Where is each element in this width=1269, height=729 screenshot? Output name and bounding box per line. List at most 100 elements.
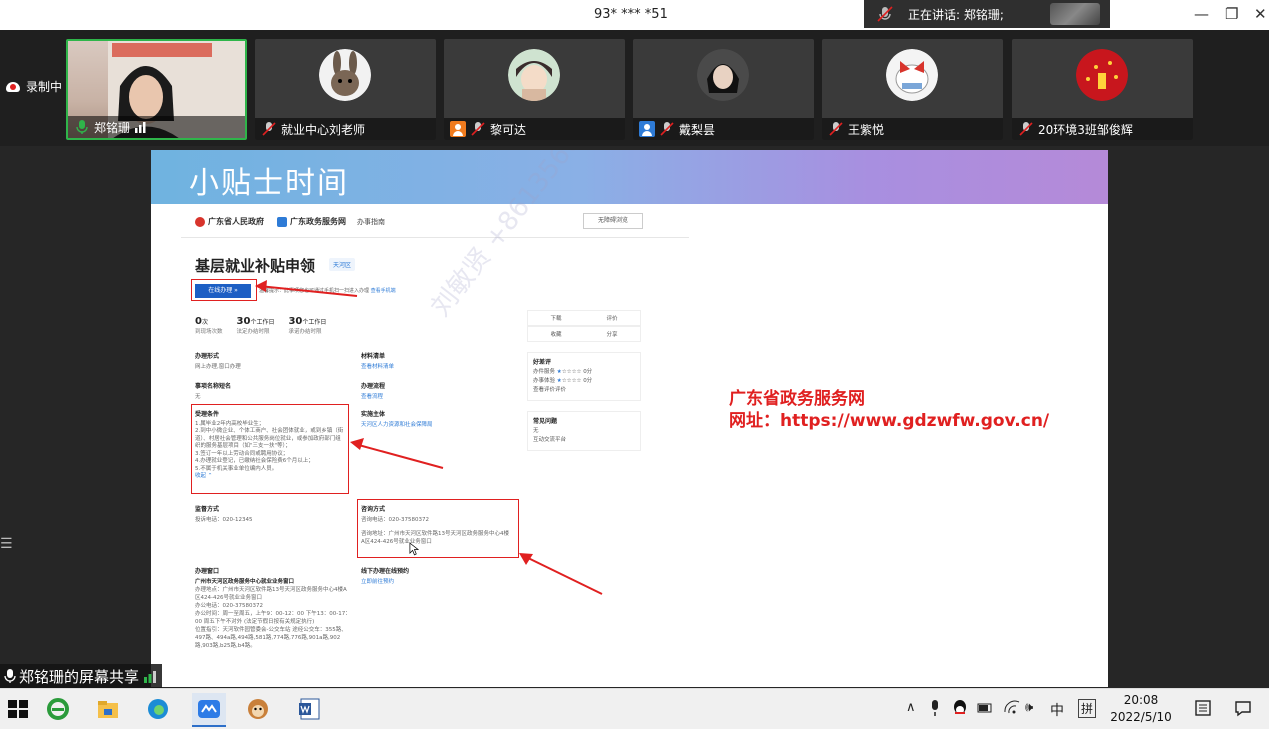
signal-icon xyxy=(144,671,157,683)
notification-icon[interactable] xyxy=(1234,699,1252,717)
participant-tile[interactable]: 20环境3班邹俊辉 xyxy=(1012,39,1193,140)
field-value: 广州市天河区政务服务中心就业业务窗口 xyxy=(195,579,295,585)
service-logo-icon xyxy=(277,216,287,227)
meeting-id-title: 93* *** *51 xyxy=(594,7,668,22)
rating-label: 办件服务 xyxy=(533,369,556,375)
window-detail: 办理地点：广州市天河区软件路13号天河区政务服务中心4楼A区424-426号就业… xyxy=(195,587,347,601)
mic-icon xyxy=(76,120,88,134)
participant-name: 王紫悦 xyxy=(848,122,885,137)
blurred-avatar xyxy=(1050,3,1100,25)
process-block: 办理流程 查看流程 xyxy=(361,383,511,401)
windows-start-icon[interactable] xyxy=(6,697,30,721)
participant-namebar: 戴梨昙 xyxy=(633,118,814,140)
materials-block: 材料清单 查看材料清单 xyxy=(361,353,511,371)
screen-share-label: 郑铭珊的屏幕共享 xyxy=(0,664,163,688)
side-actions-row: 收藏 分享 xyxy=(527,326,641,342)
webpage-header: 广东省人民政府 广东政务服务网 办事指南 无障碍浏览 xyxy=(181,208,689,238)
participant-tile[interactable]: 郑铭珊 xyxy=(66,39,247,140)
wifi-icon[interactable] xyxy=(1003,700,1021,716)
screen-share-text: 郑铭珊的屏幕共享 xyxy=(19,667,140,686)
accessibility-button: 无障碍浏览 xyxy=(583,213,643,229)
window-detail: 办公时间：周一至周五，上午9：00-12：00 下午13：00-17：00 周五… xyxy=(195,611,351,625)
field-label: 监督方式 xyxy=(195,506,220,513)
festive-avatar-icon xyxy=(1076,49,1128,101)
field-link: 查看流程 xyxy=(361,394,384,400)
mic-muted-icon xyxy=(660,122,674,136)
file-explorer-icon[interactable] xyxy=(96,697,120,721)
faq-value: 无 xyxy=(533,428,539,434)
download-action: 下载 xyxy=(550,316,562,322)
volume-icon[interactable]: 🕪 xyxy=(1025,700,1033,715)
mic-muted-icon xyxy=(829,122,843,136)
stat-item: 30个工作日 承诺办结时限 xyxy=(288,316,326,335)
stat-label: 到现场次数 xyxy=(195,329,223,335)
field-label: 办理窗口 xyxy=(195,568,220,575)
menu-lines-icon[interactable]: ☰ xyxy=(0,536,14,554)
restore-button[interactable]: ❐ xyxy=(1225,5,1238,23)
interact-link: 互动交流平台 xyxy=(533,437,567,443)
participant-tile[interactable]: 王紫悦 xyxy=(822,39,1003,140)
stat-value: 0 xyxy=(195,316,202,327)
ime-language[interactable]: 中 xyxy=(1050,700,1064,720)
site-url: 网址：https://www.gdzwfw.gov.cn/ xyxy=(729,411,1050,431)
participant-tile[interactable]: 黎可达 xyxy=(444,39,625,140)
recording-indicator[interactable]: 录制中 xyxy=(6,78,62,95)
gov-logo-text: 广东省人民政府 xyxy=(208,217,264,226)
participant-tile[interactable]: 戴梨昙 xyxy=(633,39,814,140)
participant-namebar: 王紫悦 xyxy=(822,118,1003,140)
notes-icon[interactable] xyxy=(1194,699,1212,717)
edge-browser-icon[interactable] xyxy=(146,697,170,721)
stat-unit: 个工作日 xyxy=(302,319,327,326)
clock-date: 2022/5/10 xyxy=(1110,710,1172,724)
field-label: 线下办理在线预约 xyxy=(361,568,410,575)
gov-logo: 广东省人民政府 xyxy=(195,216,264,227)
annotation-box xyxy=(191,279,257,301)
favorite-action: 收藏 xyxy=(550,332,562,338)
ime-mode[interactable]: 拼 xyxy=(1078,699,1097,718)
participant-name: 20环境3班邹俊辉 xyxy=(1038,122,1133,137)
notice-link: 查看手机端 xyxy=(370,288,396,294)
field-value: 投诉电话：020-12345 xyxy=(195,517,253,523)
review-action: 评价 xyxy=(606,316,618,322)
portrait-avatar-icon xyxy=(697,49,749,101)
ie-browser-icon[interactable] xyxy=(46,697,70,721)
person-badge-icon xyxy=(450,121,466,137)
handle-form-block: 办理形式 网上办理,窗口办理 xyxy=(195,353,345,371)
close-button[interactable]: ✕ xyxy=(1254,5,1267,23)
stat-item: 0次 到现场次数 xyxy=(195,316,223,335)
participant-namebar: 就业中心刘老师 xyxy=(255,118,436,140)
mic-muted-icon xyxy=(262,122,276,136)
anime-avatar-icon xyxy=(508,49,560,101)
rating-score: 0分 xyxy=(583,369,593,375)
participant-name: 郑铭珊 xyxy=(94,120,131,135)
window-detail: 位置指引：天河软件园管委会-公交车站 途经公交车：355路、497路、494a路… xyxy=(195,627,347,649)
word-icon[interactable] xyxy=(298,697,322,721)
qq-tray-icon[interactable] xyxy=(952,699,968,717)
field-label: 材料清单 xyxy=(361,353,386,360)
field-value: 无 xyxy=(195,394,201,400)
participant-tile[interactable]: 就业中心刘老师 xyxy=(255,39,436,140)
guide-label: 办事指南 xyxy=(357,218,385,226)
battery-icon[interactable] xyxy=(976,700,994,716)
mouse-cursor-icon xyxy=(409,542,419,556)
cloud-record-icon xyxy=(6,81,20,92)
tencent-meeting-icon[interactable] xyxy=(197,697,221,721)
mic-icon xyxy=(4,669,16,683)
window-block: 办理窗口 广州市天河区政务服务中心就业业务窗口 办理地点：广州市天河区软件路13… xyxy=(195,568,351,650)
system-clock[interactable]: 20:08 2022/5/10 xyxy=(1110,692,1172,726)
tray-expand-icon[interactable]: ∧ xyxy=(906,700,916,715)
microphone-tray-icon[interactable] xyxy=(929,699,941,717)
rating-panel: 好差评 办件服务 ★☆☆☆☆ 0分 办事体验 ★☆☆☆☆ 0分 查看评价评价 xyxy=(527,352,641,401)
monkey-app-icon[interactable] xyxy=(246,697,270,721)
faq-title: 常见问题 xyxy=(533,418,558,425)
minimize-button[interactable]: — xyxy=(1194,5,1209,23)
annotation-box xyxy=(191,404,349,494)
window-detail: 办公电话：020-37580372 xyxy=(195,603,263,609)
site-name: 广东省政务服务网 xyxy=(729,389,865,409)
field-value: 网上办理,窗口办理 xyxy=(195,364,241,370)
rating-score: 0分 xyxy=(583,378,593,384)
share-action: 分享 xyxy=(606,332,618,338)
participant-namebar: 20环境3班邹俊辉 xyxy=(1012,118,1193,140)
participant-namebar: 黎可达 xyxy=(444,118,625,140)
emblem-icon xyxy=(195,216,205,227)
